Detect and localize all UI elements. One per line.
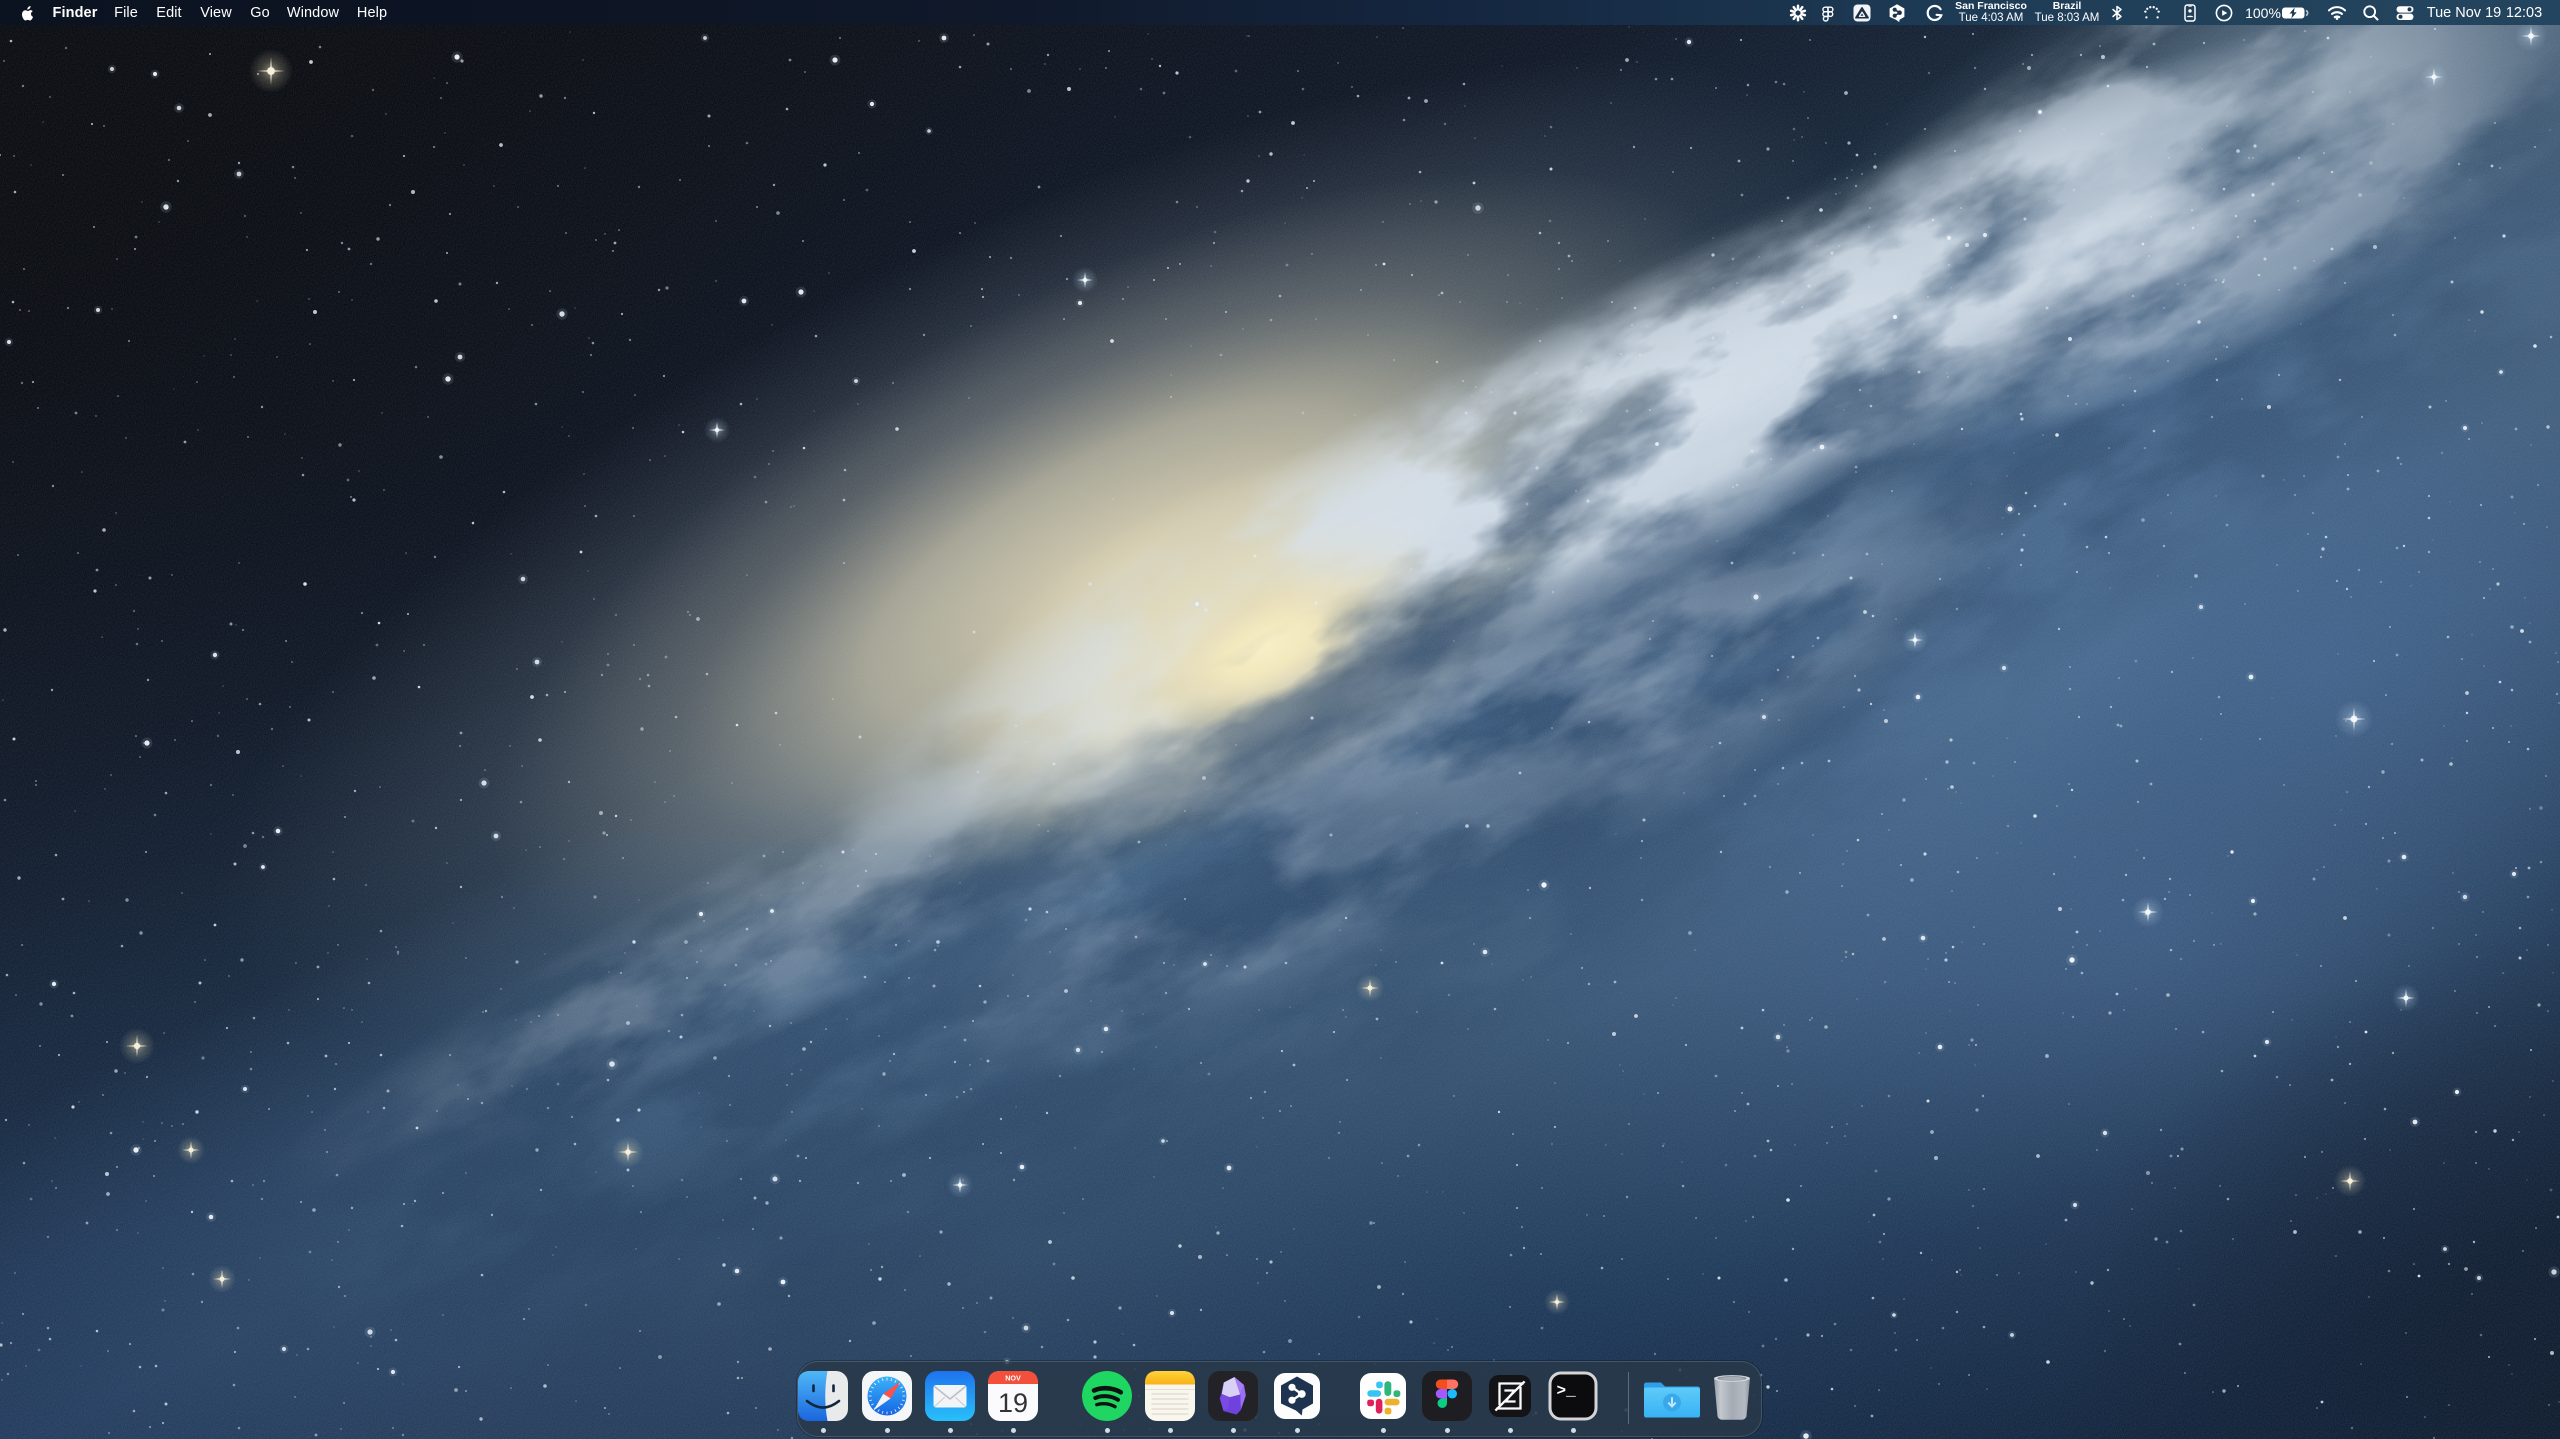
svg-text:NOV: NOV xyxy=(1005,1374,1021,1383)
svg-text:19: 19 xyxy=(998,1388,1028,1418)
svg-text:>_: >_ xyxy=(1557,1382,1577,1400)
